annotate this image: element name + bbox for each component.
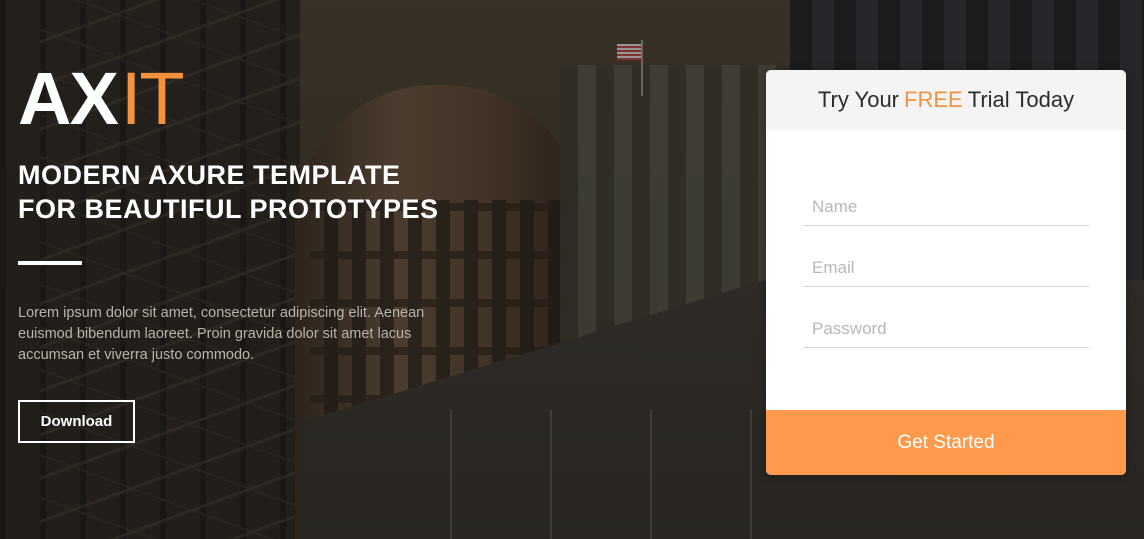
logo-main: AX bbox=[18, 57, 119, 140]
hero-description: Lorem ipsum dolor sit amet, consectetur … bbox=[18, 305, 425, 363]
logo-accent: IT bbox=[120, 57, 185, 140]
signup-card-header: Try Your FREE Trial Today bbox=[766, 70, 1126, 130]
signup-title-after: Trial Today bbox=[967, 87, 1075, 112]
headline: MODERN AXURE TEMPLATE FOR BEAUTIFUL PROT… bbox=[18, 158, 439, 226]
password-field[interactable] bbox=[803, 310, 1089, 348]
headline-divider bbox=[18, 261, 82, 265]
logo[interactable]: AX IT bbox=[18, 57, 185, 140]
headline-line-1: MODERN AXURE TEMPLATE bbox=[18, 160, 401, 190]
signup-title-before: Try Your bbox=[817, 87, 900, 112]
signup-card: Try Your FREE Trial Today Get Started bbox=[766, 70, 1126, 475]
email-field[interactable] bbox=[803, 249, 1089, 287]
name-field[interactable] bbox=[803, 188, 1089, 226]
signup-title-highlight: FREE bbox=[904, 87, 963, 112]
get-started-button[interactable]: Get Started bbox=[766, 410, 1126, 475]
headline-line-2: FOR BEAUTIFUL PROTOTYPES bbox=[18, 194, 439, 224]
download-button[interactable]: Download bbox=[18, 400, 135, 443]
